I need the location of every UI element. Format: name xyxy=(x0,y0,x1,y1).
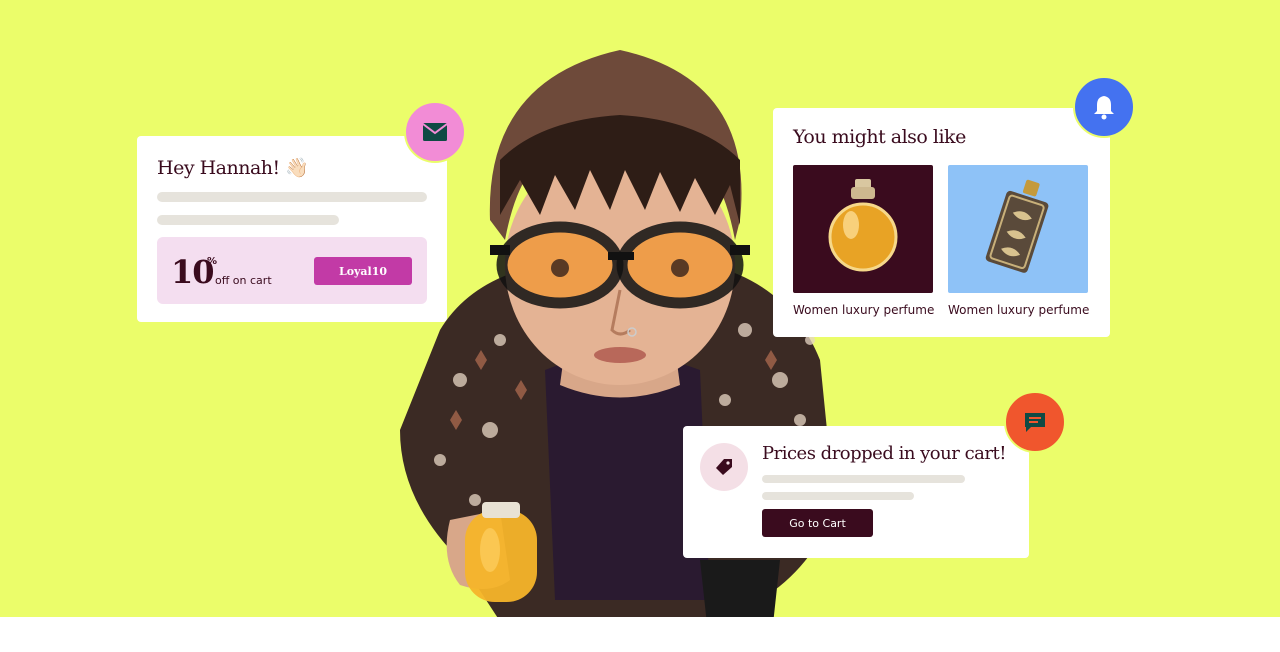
price-tag-icon xyxy=(716,459,732,475)
bell-badge[interactable] xyxy=(1073,76,1135,138)
promo-percent: % xyxy=(207,256,218,267)
product-image[interactable] xyxy=(948,165,1088,293)
product-name: Women luxury perfume xyxy=(948,303,1090,317)
product-name: Women luxury perfume xyxy=(793,303,935,317)
product-card[interactable]: Women luxury perfume xyxy=(793,165,935,317)
recommendations-title: You might also like xyxy=(793,126,966,148)
greeting-title: Hey Hannah! 👋🏻 xyxy=(157,157,309,179)
skeleton-line xyxy=(157,215,339,225)
chat-badge[interactable] xyxy=(1004,391,1066,453)
page-footer-strip xyxy=(0,617,1280,652)
recommendations-card: You might also like Women luxury perfume xyxy=(773,108,1110,337)
bell-icon xyxy=(1094,96,1114,120)
mail-icon xyxy=(422,123,448,141)
perfume-bottle-icon xyxy=(985,179,1049,273)
price-drop-card: Prices dropped in your cart! Go to Cart xyxy=(683,426,1029,558)
promo-code-button[interactable]: Loyal10 xyxy=(314,257,412,285)
greeting-card: Hey Hannah! 👋🏻 10 % off on cart Loyal10 xyxy=(137,136,447,322)
mail-badge[interactable] xyxy=(404,101,466,163)
hero-stage: Hey Hannah! 👋🏻 10 % off on cart Loyal10 … xyxy=(0,0,1280,617)
skeleton-line xyxy=(762,492,914,500)
tag-badge xyxy=(700,443,748,491)
product-card[interactable]: Women luxury perfume xyxy=(948,165,1090,317)
skeleton-line xyxy=(762,475,965,483)
go-to-cart-button[interactable]: Go to Cart xyxy=(762,509,873,537)
promo-box: 10 % off on cart Loyal10 xyxy=(157,237,427,304)
skeleton-line xyxy=(157,192,427,202)
product-image[interactable] xyxy=(793,165,933,293)
perfume-bottle-icon xyxy=(828,179,898,272)
promo-text: off on cart xyxy=(215,274,272,287)
price-drop-title: Prices dropped in your cart! xyxy=(762,443,1006,464)
chat-icon xyxy=(1025,413,1045,432)
